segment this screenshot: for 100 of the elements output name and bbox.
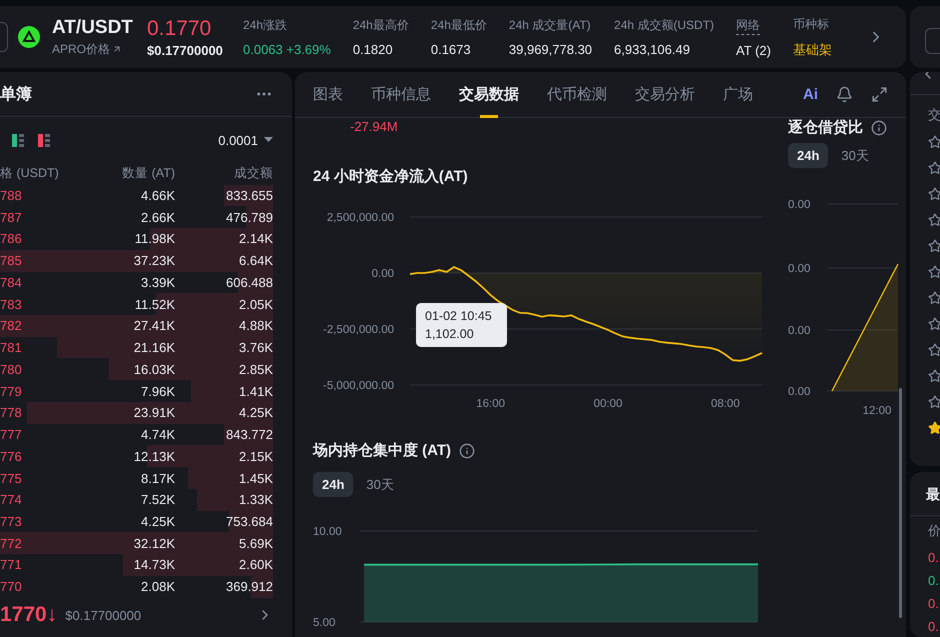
tooltip-value: 1,102.00 xyxy=(425,327,475,341)
star-icon[interactable] xyxy=(928,265,940,279)
price-cell-text: 0. xyxy=(928,572,940,590)
star-icon[interactable] xyxy=(928,395,940,409)
price-cell-text: 778 xyxy=(0,405,23,420)
total-cell-text: 1.33K xyxy=(238,492,273,508)
price-cell-text: 786 xyxy=(0,231,23,246)
price-cell-text: 770 xyxy=(0,579,23,594)
axis-label: 0.00 xyxy=(372,268,394,280)
last-price: 0.1770 xyxy=(147,16,212,40)
axis-label: 0.00 xyxy=(788,263,810,275)
logo-icon xyxy=(18,26,40,48)
total-cell-text: 606.488 xyxy=(225,274,273,290)
amount-cell-text: 12.13K xyxy=(132,448,175,464)
price-cell-text: 775 xyxy=(0,470,23,486)
price-cell-text: 0. xyxy=(928,549,940,567)
stat-label: 24h涨跌 xyxy=(243,17,288,34)
price-cell-text: 0. xyxy=(928,618,940,636)
external-link-icon xyxy=(112,44,122,54)
stat-value: 0.1673 xyxy=(430,42,472,57)
range-toggle[interactable]: 24h xyxy=(788,143,828,168)
stat-value: 0.0063 +3.69% xyxy=(243,42,331,57)
stat-label: 网络 xyxy=(736,16,760,34)
flow-value: -27.94M xyxy=(350,119,399,134)
book-mode-icon[interactable] xyxy=(38,134,50,147)
stat-value: 6,933,106.49 xyxy=(614,42,691,57)
total-cell-text: 2.14K xyxy=(238,231,273,246)
star-icon[interactable] xyxy=(928,291,940,305)
amount-cell-text: 14.73K xyxy=(132,557,175,572)
price-cell-text: 776 xyxy=(0,448,23,464)
token-link[interactable]: APRO价格 xyxy=(52,40,147,58)
info-icon[interactable] xyxy=(871,120,887,136)
column-header: 数量 (AT) xyxy=(121,165,175,182)
axis-label: 00:00 xyxy=(594,398,622,410)
precision-select[interactable]: 0.0001 xyxy=(218,132,273,148)
amount-cell-text: 8.17K xyxy=(140,470,175,486)
section-title: 逐仓借贷比 xyxy=(788,118,863,137)
axis-label: 5.00 xyxy=(313,617,336,629)
tab[interactable]: 币种信息 xyxy=(371,72,431,118)
stat-label: 24h 成交量(AT) xyxy=(508,17,592,34)
total-cell-text: 5.69K xyxy=(238,536,273,551)
total-cell-text: 3.76K xyxy=(238,340,273,356)
bell-icon[interactable] xyxy=(836,86,853,103)
amount-cell-text: 37.23K xyxy=(132,253,175,268)
star-icon[interactable] xyxy=(928,187,940,201)
last-price: 1770↓ xyxy=(0,603,58,628)
total-cell-text: 2.15K xyxy=(238,448,273,464)
expand-icon[interactable] xyxy=(871,86,888,103)
total-cell-text: 476.789 xyxy=(225,210,273,225)
star-icon[interactable] xyxy=(928,135,940,149)
tab[interactable]: 广场 xyxy=(723,72,753,118)
total-cell-text: 2.85K xyxy=(238,362,273,377)
amount-cell-text: 21.16K xyxy=(132,340,175,356)
range-toggle[interactable]: 24h xyxy=(313,472,354,497)
stat-value: AT (2) xyxy=(736,42,771,58)
star-icon[interactable] xyxy=(928,421,940,435)
axis-label: 10.00 xyxy=(313,526,342,538)
price-cell-text: 774 xyxy=(0,492,23,508)
axis-label: 16:00 xyxy=(476,398,506,410)
pair-name: AT/USDT xyxy=(52,16,134,38)
panel-title: 最 xyxy=(926,484,940,502)
section-title: 场内持仓集中度 (AT) xyxy=(313,441,452,460)
amount-cell-text: 32.12K xyxy=(132,536,175,551)
total-cell-text: 833.655 xyxy=(225,188,273,203)
range-toggle[interactable]: 30天 xyxy=(357,472,403,497)
amount-cell-text: 3.39K xyxy=(140,274,175,290)
stat-value: 39,969,778.30 xyxy=(508,42,592,57)
star-icon[interactable] xyxy=(928,239,940,253)
tab[interactable]: 代币检测 xyxy=(547,72,607,118)
star-icon[interactable] xyxy=(928,369,940,383)
star-icon[interactable] xyxy=(928,213,940,227)
column-header: 成交额 xyxy=(233,165,273,182)
info-icon[interactable] xyxy=(459,442,476,458)
axis-label: 08:00 xyxy=(710,398,740,410)
total-cell-text: 2.05K xyxy=(238,296,273,312)
stat-label: 24h最高价 xyxy=(352,17,409,34)
amount-cell-text: 7.96K xyxy=(140,384,175,399)
star-icon[interactable] xyxy=(928,317,940,331)
book-mode-icon[interactable] xyxy=(12,134,24,147)
amount-cell-text: 27.41K xyxy=(132,318,175,334)
amount-cell-text: 7.52K xyxy=(140,492,175,508)
scrollbar[interactable] xyxy=(899,388,902,618)
total-cell-text: 2.60K xyxy=(238,557,273,572)
star-icon[interactable] xyxy=(928,343,940,357)
tab[interactable]: 交易分析 xyxy=(635,72,695,118)
amount-cell-text: 23.91K xyxy=(132,405,175,420)
axis-label: 0.00 xyxy=(788,199,810,211)
panel-title: 单簿 xyxy=(0,84,32,105)
stat-label: 币种标 xyxy=(792,16,830,32)
total-cell-text: 843.772 xyxy=(225,427,273,442)
ai-button[interactable]: Ai xyxy=(803,86,818,103)
amount-cell-text: 4.25K xyxy=(140,514,175,529)
star-icon[interactable] xyxy=(928,161,940,175)
total-cell-text: 4.88K xyxy=(238,318,273,334)
range-toggle[interactable]: 30天 xyxy=(832,143,878,168)
price-cell-text: 781 xyxy=(0,340,23,356)
tab[interactable]: 交易数据 xyxy=(459,72,519,118)
amount-cell-text: 16.03K xyxy=(132,362,175,377)
price-cell-text: 788 xyxy=(0,188,23,203)
tab[interactable]: 图表 xyxy=(313,72,343,118)
